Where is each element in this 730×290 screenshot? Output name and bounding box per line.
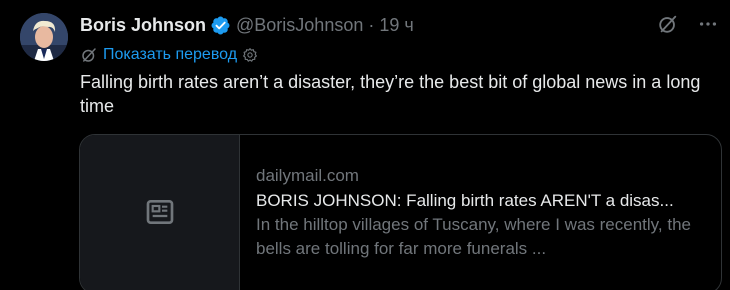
- author-handle[interactable]: @BorisJohnson: [236, 15, 363, 36]
- card-description: In the hilltop villages of Tuscany, wher…: [256, 215, 691, 258]
- verified-badge-icon[interactable]: [210, 15, 231, 36]
- tweet[interactable]: Boris Johnson @BorisJohnson · 19 ч Показ…: [0, 0, 730, 290]
- avatar[interactable]: [20, 13, 68, 61]
- author-name[interactable]: Boris Johnson: [80, 15, 206, 36]
- more-icon[interactable]: [696, 12, 720, 36]
- header-separator: ·: [368, 14, 375, 35]
- card-body[interactable]: dailymail.com BORIS JOHNSON: Falling bir…: [240, 135, 721, 290]
- show-translation-link[interactable]: Показать перевод: [80, 44, 258, 66]
- link-preview-card[interactable]: dailymail.com BORIS JOHNSON: Falling bir…: [79, 134, 722, 290]
- translate-icon: [80, 46, 98, 64]
- tweet-text: Falling birth rates aren’t a disaster, t…: [80, 72, 701, 116]
- card-domain: dailymail.com: [256, 166, 359, 185]
- tweet-top-actions: [656, 12, 720, 36]
- show-translation-label[interactable]: Показать перевод: [103, 46, 237, 64]
- grok-icon[interactable]: [656, 12, 680, 36]
- card-title[interactable]: BORIS JOHNSON: Falling birth rates AREN'…: [256, 189, 705, 213]
- tweet-timestamp[interactable]: 19 ч: [379, 15, 413, 36]
- article-icon: [144, 196, 176, 233]
- card-thumbnail[interactable]: [80, 135, 240, 290]
- gear-icon[interactable]: [242, 47, 258, 63]
- tweet-header: Boris Johnson @BorisJohnson · 19 ч: [80, 12, 414, 38]
